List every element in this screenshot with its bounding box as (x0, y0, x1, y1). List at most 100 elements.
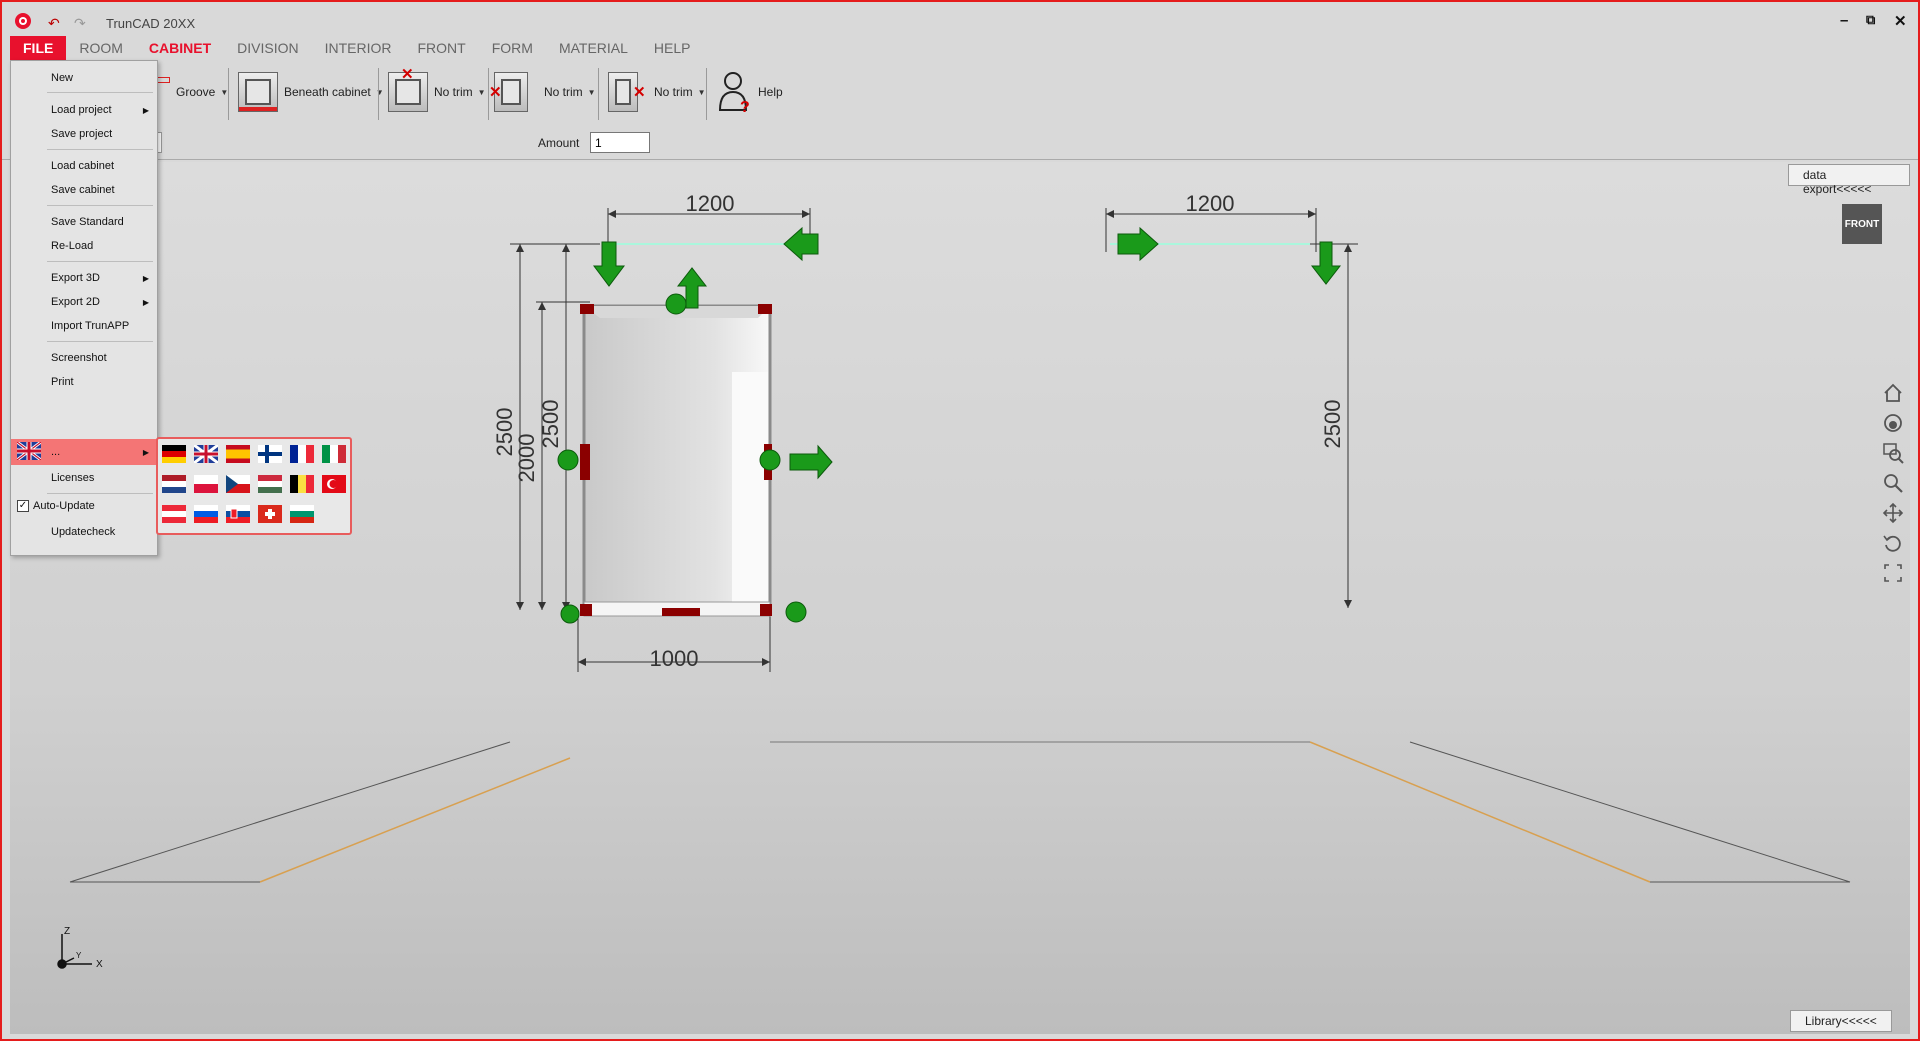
beneath-cabinet-label: Beneath cabinet (284, 85, 371, 99)
french-flag-icon[interactable] (290, 445, 314, 463)
menu-item-licenses[interactable]: Licenses (11, 465, 157, 491)
menu-item-save-standard[interactable]: Save Standard (11, 209, 157, 235)
view-cube[interactable]: FRONT (1842, 204, 1882, 244)
redo-icon[interactable]: ↷ (74, 15, 86, 32)
tab-help[interactable]: HELP (641, 36, 704, 60)
finnish-flag-icon[interactable] (258, 445, 282, 463)
truncad-logo-icon[interactable] (14, 12, 32, 30)
tab-front[interactable]: FRONT (405, 36, 479, 60)
trim-left-dropdown[interactable]: ✕ No trim ▼ (489, 70, 596, 114)
amount-input[interactable] (590, 132, 650, 153)
tab-file[interactable]: FILE (10, 36, 67, 60)
menu-item-screenshot[interactable]: Screenshot (11, 345, 157, 371)
pan-icon[interactable] (1882, 502, 1910, 532)
menu-bar: FILE ROOM CABINET DIVISION INTERIOR FRON… (10, 36, 704, 60)
menu-separator (47, 149, 153, 150)
trim-top-dropdown[interactable]: ✕ No trim ▼ (388, 66, 486, 114)
rotate-icon[interactable] (1882, 532, 1910, 562)
menu-item-save-cabinet[interactable]: Save cabinet (11, 177, 157, 203)
trim-top-icon: ✕ (388, 66, 428, 112)
menu-item-label: Export 2D (51, 296, 100, 308)
cabinet-model[interactable] (580, 304, 772, 617)
data-export-button[interactable]: data export<<<<< (1788, 164, 1910, 196)
tab-interior[interactable]: INTERIOR (312, 36, 405, 60)
dim-right-width: 1200 (1186, 191, 1235, 216)
belgian-flag-icon[interactable] (290, 475, 314, 493)
orbit-icon[interactable] (1882, 412, 1910, 442)
groove-label: Groove (176, 85, 216, 99)
chevron-down-icon: ▼ (697, 87, 706, 97)
floor-grid (69, 741, 1851, 883)
app-window: ↶ ↷ TrunCAD 20XX – ⧉ ✕ FILE ROOM CABINET… (0, 0, 1920, 1041)
tab-material[interactable]: MATERIAL (546, 36, 641, 60)
menu-item-print[interactable]: Print (11, 369, 157, 395)
italian-flag-icon[interactable] (322, 445, 346, 463)
amount-label: Amount (538, 136, 580, 150)
undo-icon[interactable]: ↶ (48, 15, 60, 32)
menu-item-load-project[interactable]: Load project ▶ (11, 97, 157, 123)
submenu-arrow-icon: ▶ (142, 447, 149, 457)
menu-item-label: New (51, 72, 74, 84)
turkish-flag-icon[interactable] (322, 475, 346, 493)
submenu-arrow-icon: ▶ (142, 273, 149, 283)
menu-item-label: Print (51, 376, 74, 388)
groove-dropdown[interactable]: Groove ▼ (152, 70, 228, 114)
file-menu: New Load project ▶ Save project Load cabi… (10, 60, 158, 556)
tab-cabinet[interactable]: CABINET (136, 36, 224, 60)
home-icon[interactable] (1882, 382, 1910, 412)
menu-item-import-trunapp[interactable]: Import TrunAPP (11, 313, 157, 339)
restore-button[interactable]: ⧉ (1866, 12, 1875, 28)
trim-right-dropdown[interactable]: ✕ No trim ▼ (608, 70, 706, 114)
slovenian-flag-icon[interactable] (194, 505, 218, 523)
tab-form[interactable]: FORM (479, 36, 546, 60)
close-button[interactable]: ✕ (1894, 12, 1907, 30)
minimize-button[interactable]: – (1840, 12, 1848, 29)
library-button[interactable]: Library<<<<< (1790, 1010, 1892, 1032)
menu-item-label: Load project (51, 104, 112, 116)
ribbon-divider (228, 68, 229, 120)
dutch-flag-icon[interactable] (162, 475, 186, 493)
uk-flag-icon (17, 442, 41, 460)
menu-item-save-project[interactable]: Save project (11, 121, 157, 147)
hungarian-flag-icon[interactable] (258, 475, 282, 493)
polish-flag-icon[interactable] (194, 475, 218, 493)
chevron-down-icon: ▼ (587, 87, 596, 97)
window-title: TrunCAD 20XX (106, 16, 196, 31)
bulgarian-flag-icon[interactable] (290, 505, 314, 523)
menu-item-reload[interactable]: Re-Load (11, 233, 157, 259)
zoom-window-icon[interactable] (1882, 442, 1910, 472)
beneath-cabinet-dropdown[interactable]: Beneath cabinet ▼ (238, 70, 384, 114)
spanish-flag-icon[interactable] (226, 445, 250, 463)
help-button[interactable]: ? Help (718, 70, 783, 114)
swiss-flag-icon[interactable] (258, 505, 282, 523)
german-flag-icon[interactable] (162, 445, 186, 463)
uk-flag-icon[interactable] (194, 445, 218, 463)
menu-item-export-3d[interactable]: Export 3D ▶ (11, 265, 157, 291)
menu-item-label: Screenshot (51, 352, 107, 364)
3d-viewport[interactable]: 1200 1200 2500 2000 2500 2500 1000 Z X Y… (10, 162, 1910, 1034)
menu-item-export-2d[interactable]: Export 2D ▶ (11, 289, 157, 315)
menu-separator (47, 92, 153, 93)
tab-room[interactable]: ROOM (66, 36, 136, 60)
menu-item-label: Save Standard (51, 216, 124, 228)
menu-item-language[interactable]: ... ▶ (11, 439, 157, 465)
menu-item-new[interactable]: New (11, 65, 157, 91)
zoom-icon[interactable] (1882, 472, 1910, 502)
tab-division[interactable]: DIVISION (224, 36, 311, 60)
menu-item-label: Updatecheck (51, 526, 116, 538)
chevron-down-icon: ▼ (477, 87, 486, 97)
slovak-flag-icon[interactable] (226, 505, 250, 523)
menu-item-label: Auto-Update (33, 500, 95, 512)
menu-item-label: Licenses (51, 472, 95, 484)
menu-item-auto-update[interactable]: ✓ Auto-Update (11, 493, 157, 519)
auto-update-checkbox[interactable]: ✓ (17, 500, 29, 512)
menu-item-load-cabinet[interactable]: Load cabinet (11, 153, 157, 179)
fit-view-icon[interactable] (1882, 562, 1910, 592)
dim-height-right: 2500 (1320, 400, 1345, 449)
austrian-flag-icon[interactable] (162, 505, 186, 523)
czech-flag-icon[interactable] (226, 475, 250, 493)
ribbon: Groove ▼ Beneath cabinet ▼ ✕ No trim ▼ ✕ No… (2, 60, 1918, 160)
menu-item-updatecheck[interactable]: Updatecheck (11, 519, 157, 545)
beneath-cabinet-icon (238, 72, 278, 112)
menu-separator (47, 261, 153, 262)
